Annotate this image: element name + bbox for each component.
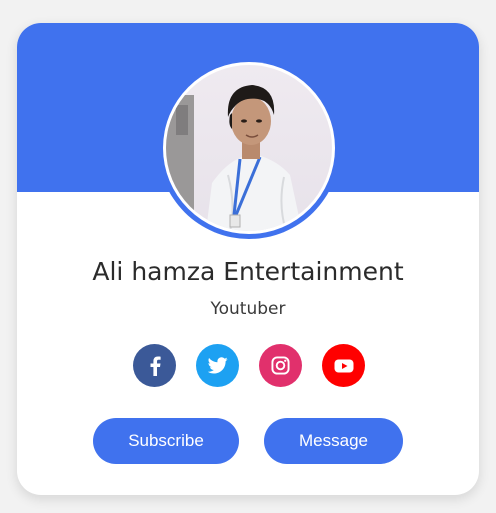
avatar-ring xyxy=(158,57,340,239)
subscribe-button[interactable]: Subscribe xyxy=(93,418,239,464)
facebook-icon xyxy=(150,356,161,376)
twitter-icon xyxy=(207,357,228,374)
avatar xyxy=(166,65,332,231)
instagram-link[interactable] xyxy=(259,344,302,387)
social-links xyxy=(133,344,365,387)
avatar-photo-illustration xyxy=(166,85,302,231)
profile-card: Ali hamza Entertainment Youtuber Subscri… xyxy=(17,23,479,495)
youtube-icon xyxy=(334,359,353,372)
profile-role: Youtuber xyxy=(210,299,286,319)
facebook-link[interactable] xyxy=(133,344,176,387)
twitter-link[interactable] xyxy=(196,344,239,387)
avatar-frame xyxy=(163,62,335,234)
profile-name: Ali hamza Entertainment xyxy=(92,257,404,286)
message-button[interactable]: Message xyxy=(264,418,403,464)
youtube-link[interactable] xyxy=(322,344,365,387)
instagram-icon xyxy=(271,356,290,375)
